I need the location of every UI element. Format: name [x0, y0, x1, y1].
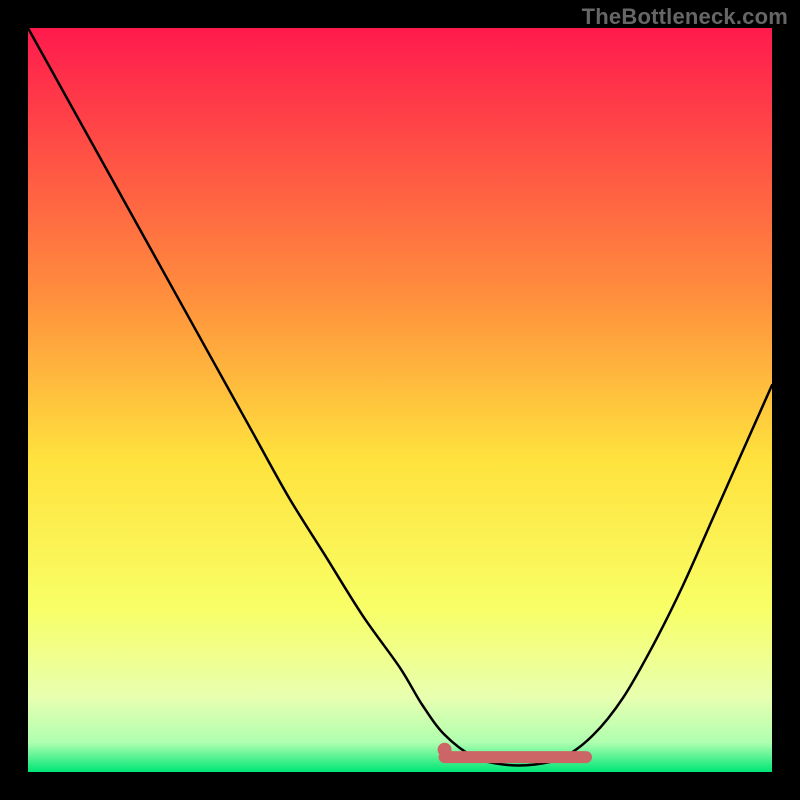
watermark-text: TheBottleneck.com [582, 4, 788, 30]
heatmap-background [28, 28, 772, 772]
outer-frame: TheBottleneck.com [0, 0, 800, 800]
chart-svg [28, 28, 772, 772]
chart-plot [28, 28, 772, 772]
optimal-marker-dot [438, 743, 452, 757]
